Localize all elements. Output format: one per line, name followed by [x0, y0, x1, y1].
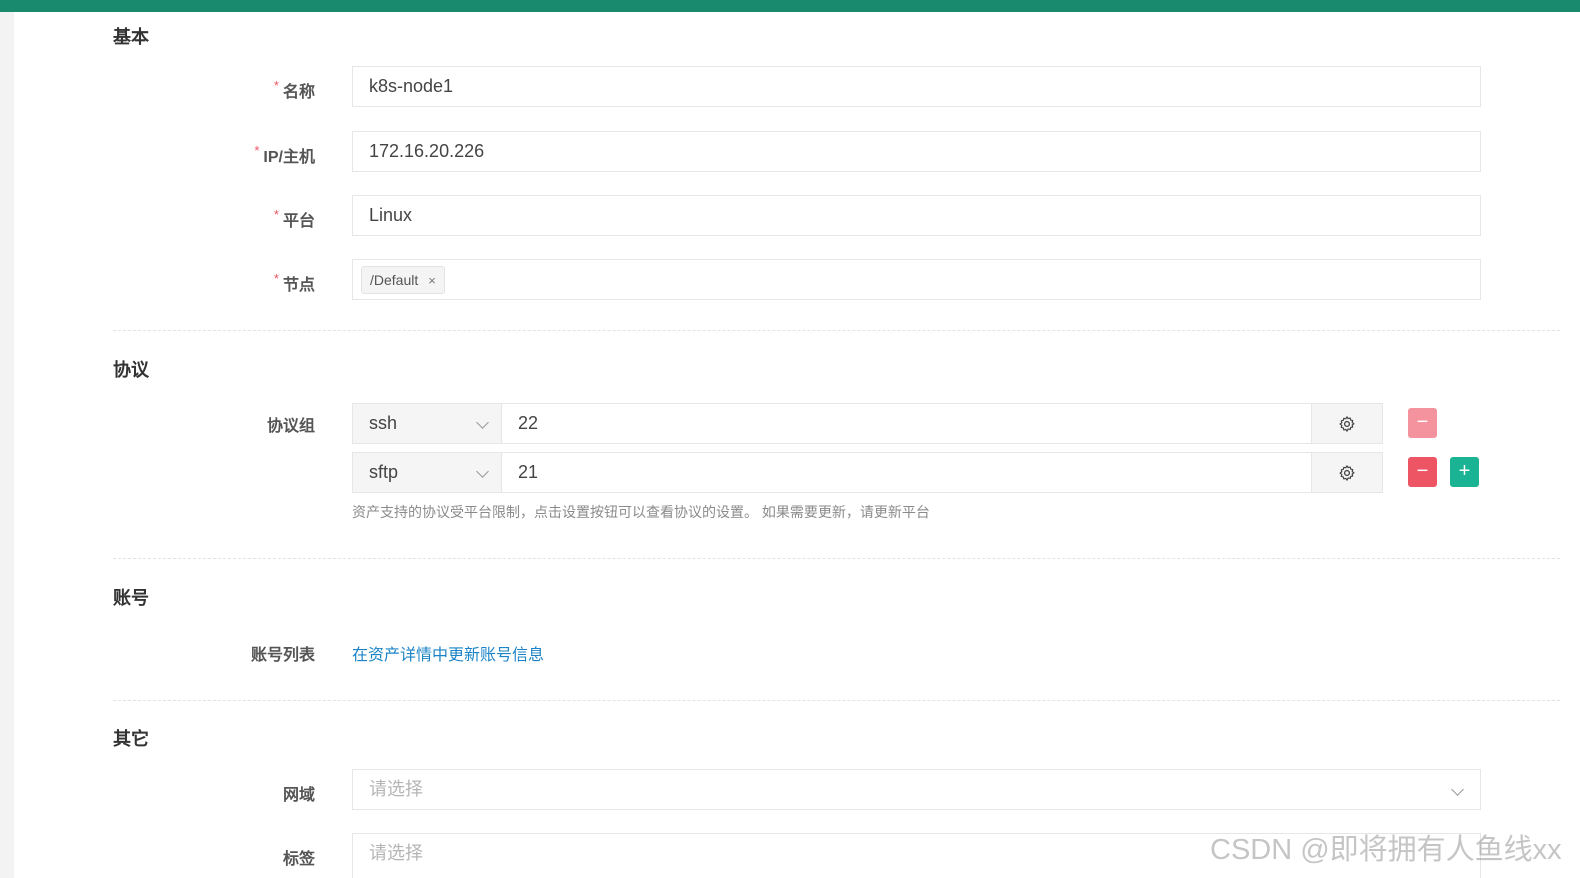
- name-label-text: 名称: [282, 84, 315, 101]
- name-input[interactable]: k8s-node1: [352, 66, 1481, 107]
- required-mark: *: [273, 78, 279, 93]
- divider: [113, 330, 1560, 331]
- platform-input[interactable]: Linux: [352, 195, 1481, 236]
- tags-placeholder: 请选择: [369, 843, 423, 863]
- protocol-port-input[interactable]: 21: [502, 453, 1313, 492]
- domain-select[interactable]: 请选择: [352, 769, 1481, 810]
- plus-icon: +: [1458, 460, 1471, 482]
- platform-label-text: 平台: [282, 213, 315, 230]
- top-bar: [0, 0, 1580, 12]
- divider: [113, 558, 1560, 559]
- node-label-text: 节点: [282, 277, 315, 294]
- protocol-settings-button[interactable]: [1311, 453, 1382, 492]
- update-account-link[interactable]: 在资产详情中更新账号信息: [352, 641, 544, 665]
- node-select[interactable]: [352, 259, 1481, 300]
- add-protocol-button[interactable]: +: [1450, 457, 1479, 487]
- name-label: * 名称: [115, 78, 315, 102]
- remove-protocol-button[interactable]: −: [1408, 408, 1437, 438]
- protocol-select[interactable]: sftp: [353, 453, 502, 492]
- protocol-settings-button[interactable]: [1311, 404, 1382, 443]
- tags-label: 标签: [282, 851, 315, 868]
- gear-icon: [1339, 416, 1355, 432]
- required-mark: *: [254, 143, 260, 158]
- protocol-name: sftp: [369, 462, 399, 482]
- minus-icon: −: [1416, 460, 1429, 482]
- node-label: * 节点: [115, 271, 315, 295]
- required-mark: *: [273, 207, 279, 222]
- watermark: CSDN @即将拥有人鱼线xx: [1210, 834, 1562, 866]
- chevron-down-icon: [476, 465, 489, 478]
- section-title-protocol: 协议: [113, 360, 149, 380]
- protocol-select[interactable]: ssh: [353, 404, 502, 443]
- protocol-help-text: 资产支持的协议受平台限制，点击设置按钮可以查看协议的设置。 如果需要更新，请更新…: [352, 504, 930, 520]
- section-title-basic: 基本: [113, 27, 149, 47]
- chevron-down-icon: [476, 416, 489, 429]
- minus-icon: −: [1416, 411, 1429, 433]
- ip-label: * IP/主机: [115, 143, 315, 167]
- node-tag: /Default ×: [361, 266, 445, 294]
- section-title-account: 账号: [113, 588, 149, 608]
- gear-icon: [1339, 465, 1355, 481]
- remove-protocol-button[interactable]: −: [1408, 457, 1437, 487]
- left-strip: [0, 12, 14, 878]
- ip-label-text: IP/主机: [263, 149, 315, 166]
- protocol-port-input[interactable]: 22: [502, 404, 1313, 443]
- section-title-other: 其它: [113, 729, 149, 749]
- protocol-group-label: 协议组: [266, 418, 315, 435]
- tag-close-icon[interactable]: ×: [428, 273, 436, 288]
- protocol-row: ssh 22: [352, 403, 1383, 444]
- protocol-row: sftp 21: [352, 452, 1383, 493]
- platform-label: * 平台: [115, 207, 315, 231]
- chevron-down-icon: [1451, 783, 1464, 796]
- domain-placeholder: 请选择: [369, 779, 423, 799]
- domain-label: 网域: [282, 787, 315, 804]
- ip-input[interactable]: 172.16.20.226: [352, 131, 1481, 172]
- required-mark: *: [273, 271, 279, 286]
- protocol-name: ssh: [369, 413, 398, 433]
- account-list-label: 账号列表: [250, 647, 315, 664]
- divider: [113, 700, 1560, 701]
- node-tag-label: /Default: [370, 272, 419, 288]
